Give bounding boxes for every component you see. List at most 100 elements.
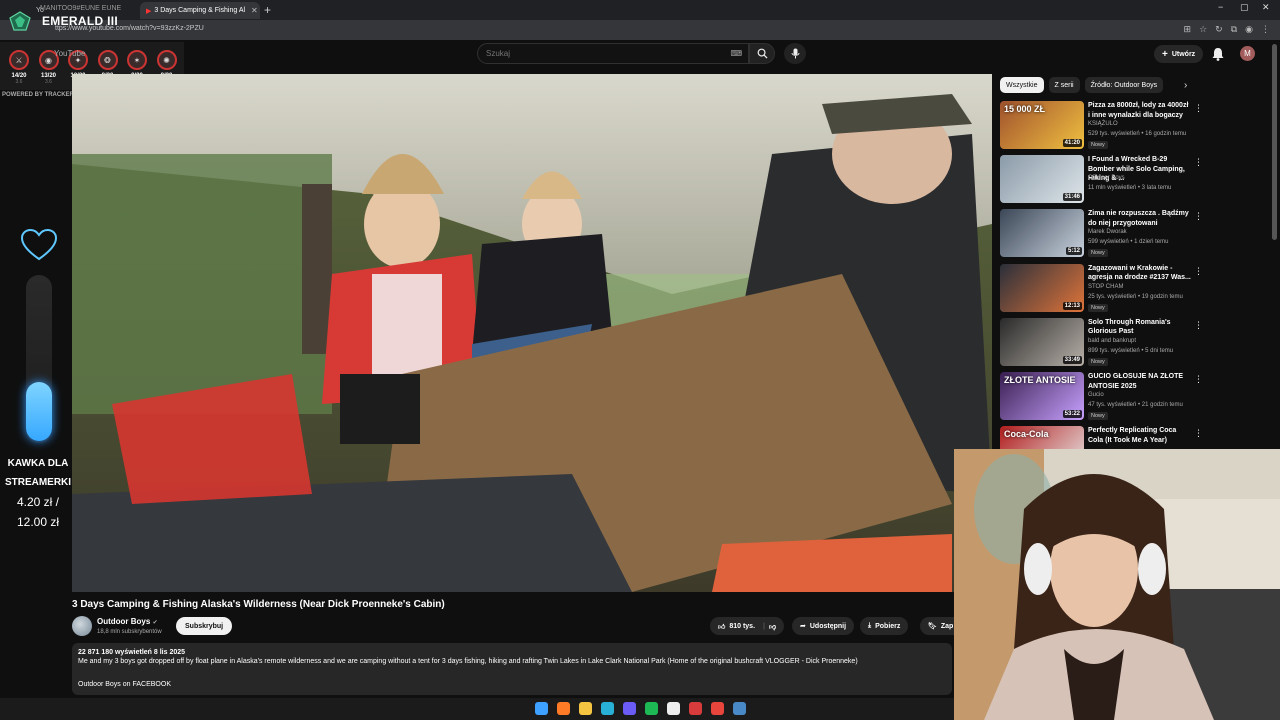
donation-current: 4.20 zł /	[16, 495, 60, 509]
youtube-logo[interactable]: YouTube	[54, 49, 85, 58]
recommended-video[interactable]: 31:46 I Found a Wrecked B-29 Bomber while…	[1000, 155, 1270, 205]
recommended-title[interactable]: GUCIO GŁOSUJE NA ZŁOTE ANTOSIE 2025	[1088, 372, 1192, 391]
summoner-handle: MANITOO9#EUNE EUNE	[40, 5, 122, 12]
recommended-video[interactable]: 5:12 Zima nie rozpuszcza . Bądźmy do niej…	[1000, 209, 1270, 259]
chip-series[interactable]: Z serii	[1048, 77, 1080, 93]
filter-chips: Wszystkie Z serii Źródło: Outdoor Boys	[1000, 77, 1164, 93]
recommended-channel[interactable]: Marek Dworak	[1088, 229, 1127, 235]
thumbs-up-icon: 👍︎	[718, 623, 726, 631]
champion-stat: ⚔ 14/20 3.6	[7, 50, 31, 85]
video-thumbnail[interactable]: 15 000 ZŁ 41:20	[1000, 101, 1084, 149]
new-badge: Nowy	[1088, 303, 1108, 312]
voice-search-button[interactable]	[784, 43, 806, 64]
maximize-button[interactable]: ▢	[1240, 2, 1249, 13]
donation-title-line1: KAWKA DLA	[7, 458, 69, 469]
new-badge: Nowy	[1088, 141, 1108, 149]
create-label: Utwórz	[1171, 50, 1196, 58]
menu-icon[interactable]: ⋮	[1261, 24, 1270, 35]
thumbs-down-icon[interactable]: 👎︎	[769, 622, 776, 631]
close-tab-icon[interactable]: ✕	[251, 6, 258, 15]
more-options-icon[interactable]: ⋮	[1194, 157, 1203, 168]
close-window-button[interactable]: ✕	[1262, 2, 1270, 13]
steam-icon[interactable]	[733, 702, 746, 715]
sidebar-scrollbar[interactable]	[1272, 44, 1277, 240]
refresh-icon[interactable]: ↻	[1215, 24, 1223, 35]
new-tab-button[interactable]: +	[264, 3, 271, 17]
video-player[interactable]	[72, 74, 992, 592]
save-label: Zap	[940, 622, 954, 630]
recommended-title[interactable]: Zagazowani w Krakowie - agresja na drodz…	[1088, 264, 1192, 283]
create-button[interactable]: + Utwórz	[1154, 45, 1204, 63]
firefox-icon[interactable]	[557, 702, 570, 715]
keyboard-icon[interactable]: ⌨	[730, 49, 742, 58]
notion-icon[interactable]	[667, 702, 680, 715]
profile-icon[interactable]: ◉	[1245, 24, 1253, 35]
recommended-channel[interactable]: STOP CHAM	[1088, 284, 1123, 290]
search-input[interactable]	[486, 49, 706, 58]
extension-icon[interactable]: ⧉	[1231, 24, 1237, 35]
recommended-title[interactable]: Solo Through Romania's Glorious Past	[1088, 318, 1192, 337]
emerald-rank-icon	[9, 11, 31, 31]
discord-icon[interactable]	[623, 702, 636, 715]
more-options-icon[interactable]: ⋮	[1194, 211, 1203, 222]
subscriber-count: 18,8 mln subskrybentów	[97, 629, 162, 635]
thumbnail-caption: 15 000 ZŁ	[1004, 104, 1046, 114]
windows-start-icon[interactable]	[535, 702, 548, 715]
recommended-video[interactable]: ZŁOTE ANTOSIE 53:22 GUCIO GŁOSUJE NA ZŁOTE…	[1000, 372, 1270, 422]
tab-youtube[interactable]: ▶ 3 Days Camping & Fishing Al ✕	[140, 2, 260, 19]
recommended-views: 529 tys. wyświetleń • 16 godzin temu	[1088, 131, 1187, 137]
recommended-title[interactable]: Zima nie rozpuszcza . Bądźmy do niej prz…	[1088, 209, 1192, 228]
chrome-icon[interactable]	[711, 702, 724, 715]
notifications-bell-icon[interactable]	[1210, 46, 1226, 62]
recommended-channel[interactable]: bald and bankrupt	[1088, 338, 1136, 344]
champion-icon: ⚔	[9, 50, 29, 70]
video-thumbnail[interactable]: 12:13	[1000, 263, 1084, 312]
video-thumbnail[interactable]: 33:49	[1000, 317, 1084, 366]
like-button[interactable]: 👍︎ 810 tys. | 👎︎	[710, 617, 785, 635]
chip-source[interactable]: Źródło: Outdoor Boys	[1084, 77, 1164, 93]
share-label: Udostępnij	[809, 622, 847, 630]
subscribe-button[interactable]: Subskrybuj	[176, 617, 233, 635]
recommended-video[interactable]: 15 000 ZŁ 41:20 Pizza za 8000zł, lody za 4…	[1000, 101, 1270, 151]
chevron-right-icon[interactable]: ›	[1184, 80, 1187, 91]
share-button[interactable]: ➦ Udostępnij	[792, 617, 855, 635]
edge-icon[interactable]	[601, 702, 614, 715]
more-options-icon[interactable]: ⋮	[1194, 374, 1203, 385]
like-divider: |	[763, 622, 765, 630]
recommended-channel[interactable]: Gucio	[1088, 392, 1104, 398]
file-explorer-icon[interactable]	[579, 702, 592, 715]
more-options-icon[interactable]: ⋮	[1194, 320, 1203, 331]
recommended-video[interactable]: 12:13 Zagazowani w Krakowie - agresja na …	[1000, 263, 1270, 314]
recommended-channel[interactable]: KSIĄŻULO	[1088, 121, 1118, 127]
channel-avatar[interactable]	[72, 616, 92, 636]
spotify-icon[interactable]	[645, 702, 658, 715]
video-thumbnail[interactable]: 31:46	[1000, 155, 1084, 204]
account-avatar[interactable]: M	[1240, 46, 1255, 61]
search-button[interactable]	[749, 43, 775, 64]
channel-name[interactable]: Outdoor Boys ✔	[97, 617, 158, 626]
video-description[interactable]: 22 871 180 wyświetleń 8 lis 2025 Me and …	[72, 643, 952, 695]
bookmark-star-icon[interactable]: ☆	[1199, 24, 1207, 35]
calendar-icon[interactable]	[689, 702, 702, 715]
more-options-icon[interactable]: ⋮	[1194, 266, 1203, 277]
recommended-title[interactable]: Pizza za 8000zł, lody za 4000zł i inne w…	[1088, 101, 1192, 120]
recommended-views: 899 tys. wyświetleń • 5 dni temu	[1088, 347, 1174, 354]
minimize-button[interactable]: −	[1218, 2, 1223, 12]
rank-label: EMERALD III	[42, 14, 118, 28]
donation-amount: 4.20 zł / 12.00 zł	[2, 492, 74, 532]
description-text: Me and my 3 boys got dropped off by floa…	[78, 658, 858, 665]
more-options-icon[interactable]: ⋮	[1194, 428, 1203, 439]
champion-icon: ❂	[97, 50, 118, 70]
video-thumbnail[interactable]: 5:12	[1000, 209, 1084, 258]
video-thumbnail[interactable]: ZŁOTE ANTOSIE 53:22	[1000, 372, 1084, 420]
recommended-views: 47 tys. wyświetleń • 21 godzin temu	[1088, 402, 1183, 408]
recommended-title[interactable]: Perfectly Replicating Coca Cola (It Took…	[1088, 426, 1192, 445]
recommended-channel[interactable]: Outdoor Boys	[1088, 175, 1125, 181]
save-button[interactable]: 🔖︎ Zap	[920, 617, 954, 635]
more-options-icon[interactable]: ⋮	[1194, 103, 1203, 114]
download-button[interactable]: ⤓ Pobierz	[860, 617, 909, 635]
recommended-video[interactable]: 33:49 Solo Through Romania's Glorious Pas…	[1000, 317, 1270, 368]
chip-all[interactable]: Wszystkie	[1000, 77, 1044, 93]
install-icon[interactable]: ⊞	[1184, 24, 1192, 35]
donation-title-line2: STREAMERKI	[4, 477, 72, 488]
